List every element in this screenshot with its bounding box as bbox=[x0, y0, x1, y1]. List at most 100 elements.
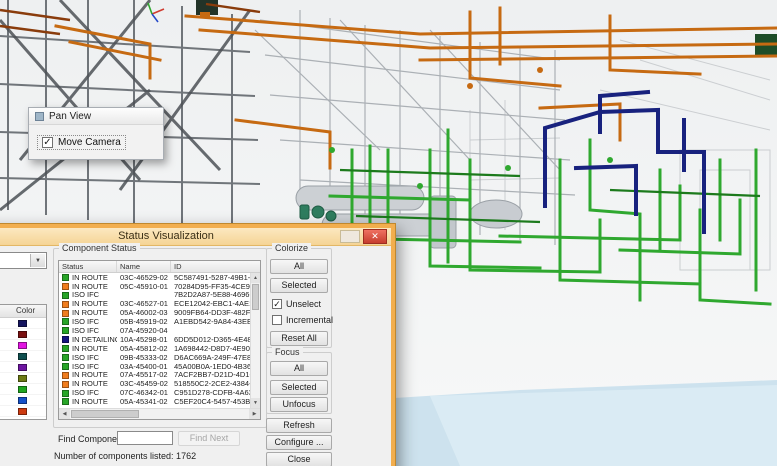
legend-row[interactable] bbox=[0, 362, 46, 373]
table-row[interactable]: ISO IFC09B-45333-02D6AC669A-249F-47E8-A7… bbox=[59, 353, 250, 362]
table-row[interactable]: ISO IFC07A-45920-04 bbox=[59, 326, 250, 335]
status-cell: ISO IFC bbox=[59, 354, 117, 362]
column-header-name[interactable]: Name bbox=[117, 261, 171, 272]
table-row[interactable]: IN ROUTE 05A-45341-02C5EF20C4-5457-453B-B… bbox=[59, 397, 250, 406]
help-button[interactable] bbox=[340, 230, 360, 243]
component-id-cell: 7B2D2A87-5E88-4696-8D72-002C52261E5 bbox=[171, 291, 250, 299]
checkbox-check-icon: ✓ bbox=[272, 299, 282, 309]
status-color-swatch bbox=[62, 354, 69, 361]
checkbox-check-icon: ✓ bbox=[42, 137, 53, 148]
status-cell: IN ROUTE bbox=[59, 300, 117, 308]
status-color-swatch bbox=[62, 345, 69, 352]
table-row[interactable]: IN ROUTE07A-45517-027ACF2BB7-D21D-4D1C-9… bbox=[59, 371, 250, 380]
table-row[interactable]: IN DETAILING10A-45298-016DD5D012-D365-4E… bbox=[59, 335, 250, 344]
status-color-swatch bbox=[62, 398, 69, 405]
focus-selected-button[interactable]: Selected bbox=[270, 380, 328, 395]
status-text: ISO IFC bbox=[72, 291, 99, 299]
scroll-left-icon[interactable]: ◀ bbox=[59, 409, 70, 419]
legend-color-swatch bbox=[18, 320, 27, 327]
status-cell: IN ROUTE bbox=[59, 398, 117, 406]
legend-color-swatch bbox=[18, 364, 27, 371]
status-color-swatch bbox=[62, 310, 69, 317]
component-name-cell: 05A-46002-03 bbox=[117, 309, 171, 317]
table-row[interactable]: IN ROUTE05C-45910-0170284D95-FF35-4CE9-9… bbox=[59, 282, 250, 291]
unfocus-button[interactable]: Unfocus bbox=[270, 397, 328, 412]
scroll-up-icon[interactable]: ▲ bbox=[251, 273, 260, 283]
legend-row[interactable] bbox=[0, 329, 46, 340]
focus-all-button[interactable]: All bbox=[270, 361, 328, 376]
table-row[interactable]: IN ROUTE03C-45459-02518550C2-2CE2-4384-9… bbox=[59, 380, 250, 389]
legend-color-swatch bbox=[18, 331, 27, 338]
legend-row[interactable] bbox=[0, 340, 46, 351]
legend-row[interactable] bbox=[0, 351, 46, 362]
reset-all-button[interactable]: Reset All bbox=[270, 331, 328, 346]
pan-view-window: Pan View ✓ Move Camera bbox=[28, 107, 164, 160]
status-filter-dropdown[interactable]: ▼ bbox=[0, 252, 47, 269]
unselect-label: Unselect bbox=[286, 299, 321, 309]
close-button[interactable]: Close bbox=[266, 452, 332, 466]
refresh-button[interactable]: Refresh bbox=[266, 418, 332, 433]
component-name-cell: 05A-45341-02 bbox=[117, 398, 171, 406]
legend-row[interactable] bbox=[0, 406, 46, 417]
status-color-swatch bbox=[62, 381, 69, 388]
table-row[interactable]: IN ROUTE03C-46529-025C587491-5287-49B1-A… bbox=[59, 273, 250, 282]
vscroll-thumb[interactable] bbox=[252, 284, 259, 310]
legend-row[interactable] bbox=[0, 373, 46, 384]
status-cell: ISO IFC bbox=[59, 327, 117, 335]
component-id-cell: 7ACF2BB7-D21D-4D1C-95F4-02615B3DC bbox=[171, 371, 250, 379]
component-name-cell: 03C-46527-01 bbox=[117, 300, 171, 308]
move-camera-label: Move Camera bbox=[58, 137, 121, 148]
column-header-status[interactable]: Status bbox=[59, 261, 117, 272]
component-name-cell: 03C-45459-02 bbox=[117, 380, 171, 388]
color-column-header[interactable]: Color bbox=[0, 305, 46, 318]
column-header-id[interactable]: ID bbox=[171, 261, 260, 272]
unselect-checkbox[interactable]: ✓ Unselect bbox=[272, 299, 321, 309]
scroll-down-icon[interactable]: ▼ bbox=[251, 398, 260, 408]
status-text: IN DETAILING bbox=[72, 336, 117, 344]
table-hscrollbar[interactable]: ◀ ▶ bbox=[59, 408, 260, 419]
table-row[interactable]: IN ROUTE05A-46002-039009FB64-DD3F-482F-8… bbox=[59, 309, 250, 318]
pan-view-icon bbox=[35, 112, 44, 121]
status-color-swatch bbox=[62, 274, 69, 281]
legend-row[interactable] bbox=[0, 395, 46, 406]
status-cell: IN ROUTE bbox=[59, 380, 117, 388]
table-vscrollbar[interactable]: ▲ ▼ bbox=[250, 273, 260, 408]
component-name-cell: 03A-45400-01 bbox=[117, 363, 171, 371]
table-row[interactable]: ISO IFC03A-45400-0145A00B0A-1ED0-4B36-98… bbox=[59, 362, 250, 371]
move-camera-checkbox[interactable]: ✓ Move Camera bbox=[38, 136, 125, 149]
incremental-checkbox[interactable]: Incremental bbox=[272, 315, 333, 325]
table-row[interactable]: ISO IFC07C-46342-01C951D278-CDFB-4A63-AF… bbox=[59, 389, 250, 398]
legend-color-swatch bbox=[18, 342, 27, 349]
close-icon[interactable]: ✕ bbox=[363, 229, 387, 244]
legend-body bbox=[0, 318, 46, 417]
legend-row[interactable] bbox=[0, 384, 46, 395]
find-next-button[interactable]: Find Next bbox=[178, 431, 240, 446]
color-legend-list: Color bbox=[0, 304, 47, 420]
scroll-right-icon[interactable]: ▶ bbox=[249, 409, 260, 419]
component-name-cell: 10A-45298-01 bbox=[117, 336, 171, 344]
table-row[interactable]: ISO IFC05B-45919-02A1EBD542-9A84-43EE-9C… bbox=[59, 317, 250, 326]
component-name-cell: 03C-46529-02 bbox=[117, 274, 171, 282]
table-row[interactable]: IN ROUTE05A-45812-021A698442-D8D7-4E90-8… bbox=[59, 344, 250, 353]
component-id-cell: ECE12042-EBC1-4AE1-8792-00E689CE01 bbox=[171, 300, 250, 308]
component-count-status: Number of components listed: 1762 bbox=[54, 451, 196, 461]
status-visualization-dialog: Status Visualization ✕ ▼ Color Component… bbox=[0, 224, 395, 466]
chevron-down-icon: ▼ bbox=[30, 254, 45, 267]
status-cell: ISO IFC bbox=[59, 389, 117, 397]
table-row[interactable]: ISO IFC 7B2D2A87-5E88-4696-8D72-002C52261… bbox=[59, 291, 250, 300]
component-id-cell: 5C587491-5287-49B1-A77E-0001095FDE bbox=[171, 274, 250, 282]
status-cell: IN ROUTE bbox=[59, 345, 117, 353]
component-id-cell: C5EF20C4-5457-453B-B354-02BE4AC91C bbox=[171, 398, 250, 406]
legend-row[interactable] bbox=[0, 318, 46, 329]
color-header-label: Color bbox=[16, 306, 35, 315]
find-components-input[interactable] bbox=[117, 431, 173, 445]
table-row[interactable]: IN ROUTE03C-46527-01ECE12042-EBC1-4AE1-8… bbox=[59, 300, 250, 309]
status-text: IN ROUTE bbox=[72, 398, 108, 406]
legend-color-swatch bbox=[18, 353, 27, 360]
colorize-all-button[interactable]: All bbox=[270, 259, 328, 274]
configure-button[interactable]: Configure ... bbox=[266, 435, 332, 450]
colorize-selected-button[interactable]: Selected bbox=[270, 278, 328, 293]
focus-group: Focus All Selected Unfocus bbox=[266, 352, 332, 414]
pan-view-titlebar[interactable]: Pan View bbox=[29, 108, 163, 125]
hscroll-thumb[interactable] bbox=[71, 410, 139, 418]
